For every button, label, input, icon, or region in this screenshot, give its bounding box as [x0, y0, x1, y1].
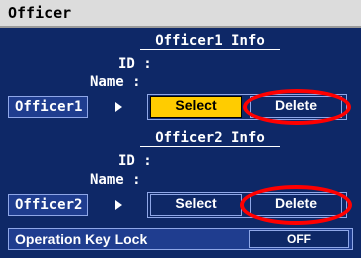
triangle-right-icon — [115, 102, 122, 112]
officer1-id-label: ID : — [118, 56, 152, 72]
operation-key-lock-row[interactable]: Operation Key Lock OFF — [8, 228, 353, 250]
officer2-name-label: Name : — [90, 172, 141, 188]
officer1-name-label: Name : — [90, 74, 141, 90]
content-panel: Officer1 Info ID : Name : Officer1 Selec… — [0, 28, 361, 258]
title-bar: Officer — [0, 0, 361, 28]
officer2-id-label: ID : — [118, 153, 152, 169]
officer2-select-button[interactable]: Select — [150, 194, 242, 216]
triangle-right-icon — [115, 200, 122, 210]
operation-key-lock-value[interactable]: OFF — [249, 230, 349, 248]
red-annotation-circle — [243, 89, 351, 125]
officer2-button[interactable]: Officer2 — [8, 194, 88, 216]
officer1-select-button[interactable]: Select — [150, 96, 242, 118]
officer-screen: Officer Officer1 Info ID : Name : Office… — [0, 0, 361, 258]
red-annotation-circle — [240, 185, 352, 225]
officer1-info-header: Officer1 Info — [140, 33, 280, 50]
officer2-info-header: Officer2 Info — [140, 130, 280, 147]
officer1-button[interactable]: Officer1 — [8, 96, 88, 118]
operation-key-lock-label: Operation Key Lock — [15, 231, 148, 247]
window-title: Officer — [8, 4, 72, 22]
